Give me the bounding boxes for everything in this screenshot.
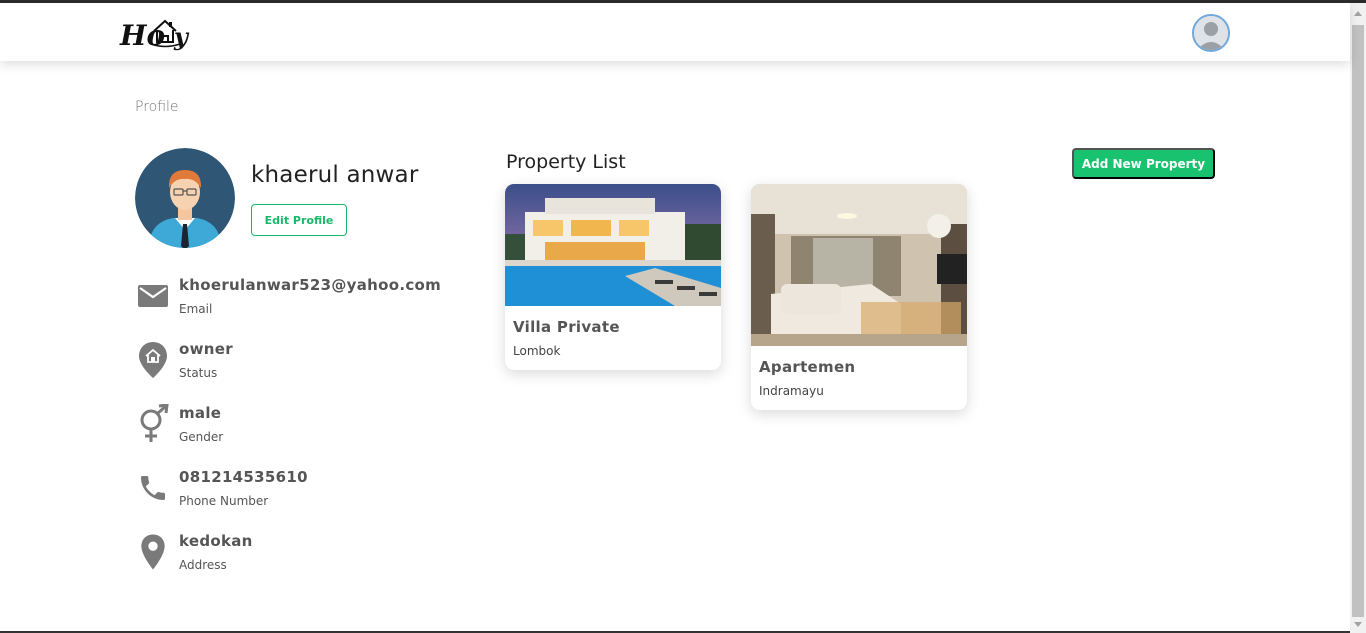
brand-logo[interactable]: Ho y [118,11,202,53]
property-name: Villa Private [513,318,620,336]
location-pin-icon [135,532,171,572]
email-label: Email [179,302,213,316]
scrollbar-thumb[interactable] [1352,25,1364,617]
scroll-down-arrow-icon[interactable] [1354,622,1362,627]
edit-profile-button[interactable]: Edit Profile [251,204,347,236]
svg-text:Ho: Ho [119,19,165,52]
user-name: khaerul anwar [251,162,419,188]
phone-value: 081214535610 [179,468,308,486]
phone-icon [135,468,171,508]
svg-text:y: y [173,22,190,51]
info-status: owner Status [135,340,455,388]
info-address: kedokan Address [135,532,455,580]
address-label: Address [179,558,227,572]
add-new-property-button[interactable]: Add New Property [1072,148,1215,179]
property-card-villa[interactable]: Villa Private Lombok [505,184,721,370]
phone-label: Phone Number [179,494,269,508]
gender-icon [135,404,171,444]
scroll-up-arrow-icon[interactable] [1354,11,1362,16]
property-card-apartemen[interactable]: Apartemen Indramayu [751,184,967,410]
page-scrollbar[interactable] [1350,3,1366,633]
property-location: Lombok [513,344,561,358]
status-value: owner [179,340,233,358]
status-label: Status [179,366,218,380]
address-value: kedokan [179,532,253,550]
profile-avatar [135,148,235,248]
property-name: Apartemen [759,358,856,376]
gender-value: male [179,404,222,422]
property-list-title: Property List [506,151,626,173]
property-image-villa [505,184,721,306]
mail-icon [135,276,171,316]
property-image-apartemen [751,184,967,346]
navbar: Ho y [0,3,1350,61]
home-pin-icon [135,340,171,380]
breadcrumb: Profile [135,99,179,115]
property-location: Indramayu [759,384,824,398]
info-email: khoerulanwar523@yahoo.com Email [135,276,455,324]
info-gender: male Gender [135,404,455,452]
user-avatar-button[interactable] [1192,14,1230,52]
gender-label: Gender [179,430,224,444]
email-value: khoerulanwar523@yahoo.com [179,276,442,294]
info-phone: 081214535610 Phone Number [135,468,455,516]
